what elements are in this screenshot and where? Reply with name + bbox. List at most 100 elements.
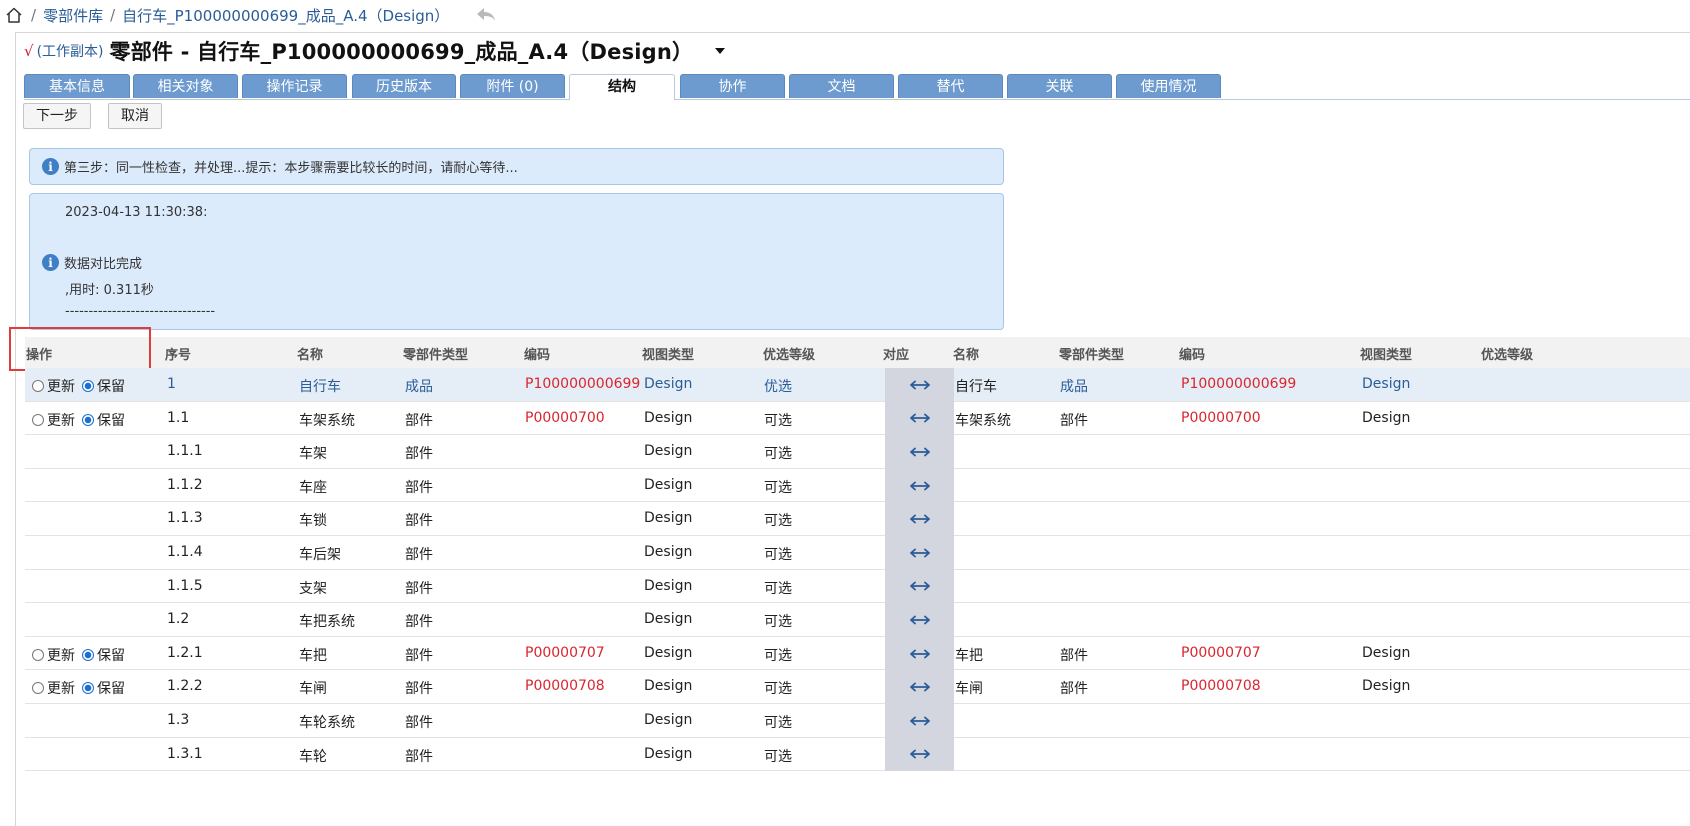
tab-documents[interactable]: 文档 (789, 74, 894, 98)
update-label[interactable]: 更新 (47, 678, 75, 698)
back-arrow-icon[interactable] (475, 5, 499, 25)
result-done-text: 数据对比完成 (64, 257, 143, 272)
breadcrumb-separator: / (31, 6, 37, 24)
operation-column-highlight (9, 327, 151, 371)
col-view-type-right: 视图类型 (1360, 348, 1413, 363)
cell-seq: 1.1 (167, 409, 190, 426)
tab-attachments[interactable]: 附件 (0) (460, 74, 565, 98)
table-row[interactable]: 1.3 车轮系统 部件 Design 可选 (25, 703, 1690, 738)
row-actions: 更新 保留 (32, 410, 132, 430)
cell-part-type: 部件 (405, 513, 433, 530)
cell-view-type: Design (644, 376, 693, 392)
tab-structure[interactable]: 结构 (569, 74, 675, 100)
keep-radio[interactable] (82, 682, 94, 695)
table-row[interactable]: 更新 保留 1.1 车架系统 部件 P00000700 Design 可选 车架系统 部件 P000… (25, 401, 1690, 436)
tab-related-objects[interactable]: 相关对象 (133, 74, 238, 98)
double-arrow-icon (909, 514, 930, 524)
cell-view-type-right: Design (1362, 678, 1411, 695)
mapping-cell[interactable] (885, 435, 954, 469)
structure-grid: 更新 保留 1 自行车 成品 P100000000699 Design 优选 自行车 成品 P100… (25, 368, 1690, 772)
mapping-cell[interactable] (885, 401, 954, 436)
keep-label[interactable]: 保留 (97, 410, 125, 430)
table-row[interactable]: 更新 保留 1 自行车 成品 P100000000699 Design 优选 自行车 成品 P100… (25, 368, 1690, 402)
cell-name-right: 车闸 (955, 681, 983, 698)
chevron-down-icon[interactable] (715, 48, 726, 54)
update-radio[interactable] (32, 413, 44, 426)
update-radio[interactable] (32, 648, 44, 661)
mapping-cell[interactable] (885, 502, 954, 536)
cell-view-type: Design (644, 543, 693, 560)
table-row[interactable]: 1.1.4 车后架 部件 Design 可选 (25, 535, 1690, 570)
double-arrow-icon (909, 447, 930, 457)
update-label[interactable]: 更新 (47, 410, 75, 430)
table-row[interactable]: 1.3.1 车轮 部件 Design 可选 (25, 737, 1690, 772)
result-status-line: i 数据对比完成 (30, 253, 142, 272)
tab-substitutes[interactable]: 替代 (898, 74, 1003, 98)
table-row[interactable]: 1.1.5 支架 部件 Design 可选 (25, 569, 1690, 604)
cancel-button[interactable]: 取消 (108, 103, 162, 129)
cell-view-type: Design (644, 711, 693, 728)
cell-view-type: Design (644, 611, 693, 628)
update-radio[interactable] (32, 380, 44, 392)
keep-radio[interactable] (82, 413, 94, 426)
cell-name: 车架 (299, 446, 327, 463)
cell-name: 车轮 (299, 748, 327, 765)
table-row[interactable]: 1.1.1 车架 部件 Design 可选 (25, 435, 1690, 469)
cell-name: 车闸 (299, 681, 327, 698)
keep-radio[interactable] (82, 648, 94, 661)
mapping-cell[interactable] (885, 368, 954, 402)
tab-associations[interactable]: 关联 (1007, 74, 1112, 98)
mapping-cell[interactable] (885, 703, 954, 738)
cell-name: 车把 (299, 647, 327, 664)
cell-part-type: 部件 (405, 580, 433, 597)
keep-label[interactable]: 保留 (97, 645, 125, 665)
mapping-cell[interactable] (885, 468, 954, 503)
result-timestamp: 2023-04-13 11:30:38: (65, 205, 208, 220)
keep-label[interactable]: 保留 (97, 376, 125, 396)
update-radio[interactable] (32, 682, 44, 695)
step-message: 第三步：同一性检查，并处理...提示：本步骤需要比较长的时间，请耐心等待... (64, 161, 518, 176)
double-arrow-icon (909, 716, 930, 726)
update-label[interactable]: 更新 (47, 645, 75, 665)
home-icon[interactable] (4, 5, 24, 25)
table-row[interactable]: 1.2 车把系统 部件 Design 可选 (25, 603, 1690, 637)
table-row[interactable]: 更新 保留 1.2.2 车闸 部件 P00000708 Design 可选 车闸 部件 P00000… (25, 670, 1690, 704)
cell-part-type-right: 部件 (1060, 647, 1088, 664)
mapping-cell[interactable] (885, 670, 954, 704)
tab-basic-info[interactable]: 基本信息 (24, 74, 130, 98)
breadcrumb-current[interactable]: 自行车_P100000000699_成品_A.4（Design） (122, 5, 449, 26)
cell-view-type: Design (644, 409, 693, 426)
table-row[interactable]: 更新 保留 1.2.1 车把 部件 P00000707 Design 可选 车把 部件 P00000… (25, 636, 1690, 671)
cell-code: P00000708 (525, 678, 605, 695)
keep-radio[interactable] (82, 380, 94, 392)
mapping-cell[interactable] (885, 569, 954, 604)
table-row[interactable]: 1.1.2 车座 部件 Design 可选 (25, 468, 1690, 503)
check-mark-icon: √ (24, 42, 34, 60)
col-preference-right: 优选等级 (1481, 348, 1534, 363)
cell-preference: 可选 (764, 412, 792, 429)
tab-usage[interactable]: 使用情况 (1116, 74, 1221, 98)
page-header: √ (工作副本) 零部件 - 自行车_P100000000699_成品_A.4（… (24, 36, 726, 66)
next-step-button[interactable]: 下一步 (23, 103, 91, 129)
cell-name: 自行车 (299, 379, 341, 395)
cell-code-right: P100000000699 (1181, 376, 1297, 392)
mapping-cell[interactable] (885, 535, 954, 570)
cell-preference: 可选 (764, 714, 792, 731)
update-label[interactable]: 更新 (47, 376, 75, 396)
double-arrow-icon (909, 581, 930, 591)
mapping-cell[interactable] (885, 603, 954, 637)
mapping-cell[interactable] (885, 636, 954, 671)
breadcrumb-library-link[interactable]: 零部件库 (43, 5, 103, 26)
cell-name: 车轮系统 (299, 714, 355, 731)
keep-label[interactable]: 保留 (97, 678, 125, 698)
tab-operation-log[interactable]: 操作记录 (242, 74, 347, 98)
cell-name: 车后架 (299, 546, 341, 563)
tab-history[interactable]: 历史版本 (352, 74, 456, 98)
tab-collaboration[interactable]: 协作 (680, 74, 785, 98)
cell-part-type-right: 部件 (1060, 681, 1088, 698)
mapping-cell[interactable] (885, 737, 954, 772)
table-row[interactable]: 1.1.3 车锁 部件 Design 可选 (25, 502, 1690, 536)
info-icon: i (42, 254, 59, 271)
cell-name-right: 车把 (955, 647, 983, 664)
cell-seq: 1.2.1 (167, 644, 203, 661)
